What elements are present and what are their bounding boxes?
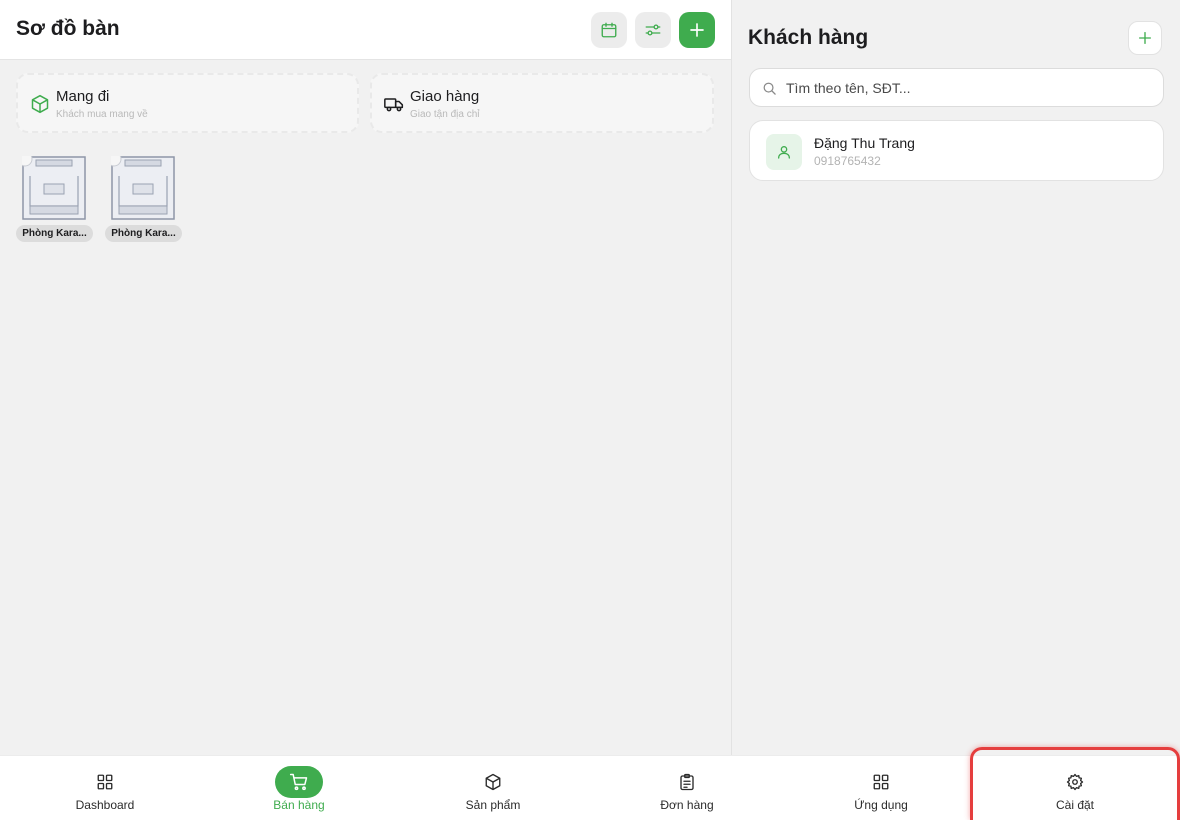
table-map-panel: Sơ đồ bàn Mang đi Khách mua mang về Giao…	[0, 0, 731, 755]
table-label: Phòng Kara...	[16, 225, 93, 242]
truck-icon	[384, 98, 404, 112]
avatar	[766, 134, 802, 170]
nav-apps[interactable]: Ứng dụng	[784, 756, 978, 820]
calendar-icon	[601, 22, 617, 38]
gear-icon	[1051, 766, 1099, 798]
table-card[interactable]: Phòng Kara...	[15, 156, 93, 242]
clipboard-icon	[663, 766, 711, 798]
search-icon	[763, 82, 776, 95]
customer-phone: 0918765432	[814, 154, 881, 168]
nav-dashboard[interactable]: Dashboard	[8, 756, 202, 820]
box-icon	[31, 94, 49, 114]
customer-search-input[interactable]	[786, 77, 1146, 99]
delivery-title: Giao hàng	[410, 88, 480, 105]
nav-products[interactable]: Sản phẩm	[396, 756, 590, 820]
cart-icon	[275, 766, 323, 798]
nav-sales[interactable]: Bán hàng	[202, 756, 396, 820]
nav-orders[interactable]: Đơn hàng	[590, 756, 784, 820]
nav-label: Bán hàng	[273, 798, 325, 812]
page-title: Sơ đồ bàn	[16, 17, 120, 40]
takeaway-subtitle: Khách mua mang về	[56, 109, 148, 120]
delivery-option[interactable]: Giao hàng Giao tận địa chỉ	[370, 73, 714, 133]
customer-list-item[interactable]: Đặng Thu Trang 0918765432	[749, 120, 1164, 181]
add-table-button[interactable]	[679, 12, 715, 48]
room-plan-icon	[22, 156, 86, 220]
user-icon	[778, 146, 790, 159]
table-label: Phòng Kara...	[105, 225, 182, 242]
customer-panel-title: Khách hàng	[748, 26, 869, 49]
customer-panel: Khách hàng Đặng Thu Trang 0918765432	[731, 0, 1180, 755]
bottom-navigation: Dashboard Bán hàng Sản phẩm Đơn hàng Ứng…	[0, 755, 1180, 820]
plus-icon	[690, 23, 704, 37]
nav-label: Cài đặt	[1055, 798, 1095, 812]
nav-settings[interactable]: Cài đặt	[978, 756, 1172, 820]
delivery-subtitle: Giao tận địa chỉ	[410, 109, 480, 120]
table-map-header: Sơ đồ bàn	[0, 0, 731, 60]
add-customer-button[interactable]	[1128, 21, 1162, 55]
table-card[interactable]: Phòng Kara...	[104, 156, 182, 242]
takeaway-title: Mang đi	[56, 88, 110, 105]
grid-icon	[81, 766, 129, 798]
nav-label: Sản phẩm	[465, 798, 521, 812]
nav-label: Đơn hàng	[660, 798, 714, 812]
sliders-icon	[645, 24, 661, 36]
customer-search	[749, 68, 1164, 107]
calendar-button[interactable]	[591, 12, 627, 48]
filter-button[interactable]	[635, 12, 671, 48]
nav-label: Ứng dụng	[854, 798, 908, 812]
customer-name: Đặng Thu Trang	[814, 135, 915, 151]
apps-icon	[857, 766, 905, 798]
takeaway-option[interactable]: Mang đi Khách mua mang về	[16, 73, 359, 133]
room-plan-icon	[111, 156, 175, 220]
nav-label: Dashboard	[75, 798, 135, 812]
box-icon	[469, 766, 517, 798]
plus-icon	[1139, 31, 1151, 44]
